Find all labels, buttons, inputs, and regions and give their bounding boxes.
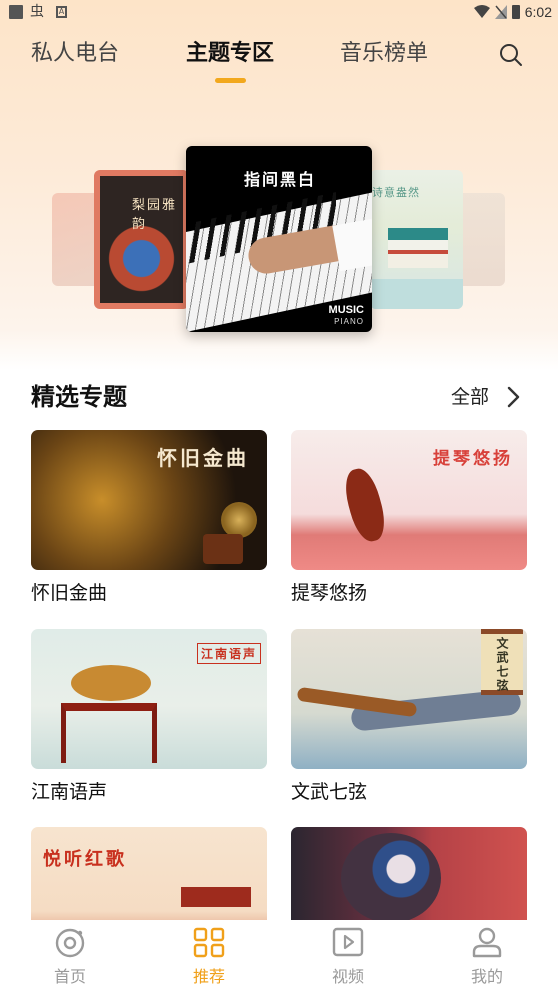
carousel-center-title: 指间黑白 [244, 170, 317, 189]
search-icon[interactable] [498, 42, 524, 68]
carousel-left-title: 梨园雅韵 [132, 198, 178, 232]
table-artwork [61, 703, 157, 763]
carousel-card-right[interactable]: 诗意盎然 [370, 170, 463, 309]
carousel-brand-music: MUSIC [328, 304, 364, 316]
topic-label: 提琴悠扬 [291, 582, 368, 604]
opera-headdress-artwork [341, 833, 441, 923]
video-icon [332, 927, 364, 957]
violin-artwork [339, 465, 391, 545]
topic-thumbnail[interactable]: 提琴悠扬 [291, 430, 527, 570]
nav-label-recommend: 推荐 [192, 967, 225, 986]
signal-icon [495, 5, 507, 19]
notification-square-icon [9, 5, 23, 19]
battery-icon [512, 5, 520, 19]
topic-overlay-title: 悦听红歌 [43, 849, 127, 870]
section-title: 精选专题 [31, 383, 127, 411]
carousel-card-left[interactable]: 梨园雅韵 [94, 170, 189, 309]
user-icon [472, 927, 502, 958]
palace-roof-artwork [181, 887, 251, 907]
active-tab-indicator [215, 78, 246, 83]
top-tabs: 私人电台 主题专区 音乐榜单 [0, 30, 558, 90]
nav-item-recommend[interactable]: 推荐 [164, 920, 254, 992]
nav-label-home: 首页 [53, 967, 86, 986]
shirt-cuff-artwork [332, 218, 372, 272]
chevron-right-icon[interactable] [504, 384, 522, 410]
wifi-icon [474, 5, 490, 18]
topic-thumbnail[interactable]: 怀旧金曲 [31, 430, 267, 570]
pavilion-artwork [388, 228, 448, 268]
carousel-right-title: 诗意盎然 [372, 186, 420, 199]
topic-label: 文武七弦 [291, 781, 368, 803]
disc-icon [55, 928, 85, 958]
nav-item-mine[interactable]: 我的 [442, 920, 532, 992]
view-all-link[interactable]: 全部 [451, 384, 489, 410]
debug-icon: 虫 [30, 4, 44, 20]
pipa-artwork [71, 665, 151, 701]
gramophone-artwork [203, 534, 243, 564]
nav-item-video[interactable]: 视频 [303, 920, 393, 992]
tab-theme-zone[interactable]: 主题专区 [186, 39, 274, 69]
water-artwork [370, 279, 463, 309]
topic-overlay-title: 怀旧金曲 [157, 446, 249, 470]
tab-private-radio[interactable]: 私人电台 [31, 39, 119, 69]
nav-label-mine: 我的 [470, 967, 503, 986]
grid-icon [193, 927, 225, 958]
topic-thumbnail[interactable]: 江南语声 [31, 629, 267, 769]
topic-thumbnail[interactable]: 文武七弦 [291, 629, 527, 769]
nav-label-video: 视频 [331, 967, 364, 986]
topic-overlay-title: 提琴悠扬 [433, 449, 513, 469]
status-bar: 虫 A 6:02 [0, 0, 558, 24]
topic-label: 怀旧金曲 [31, 582, 108, 604]
gramophone-horn-artwork [221, 502, 257, 538]
nav-item-home[interactable]: 首页 [25, 920, 115, 992]
topic-overlay-title: 江南语声 [196, 643, 261, 664]
a-notification-icon: A [56, 6, 67, 18]
status-time: 6:02 [524, 4, 552, 20]
carousel-card-center[interactable]: 指间黑白 MUSIC PIANO [186, 146, 372, 332]
topic-label: 江南语声 [31, 781, 108, 803]
topic-overlay-title: 文武七弦 [495, 637, 509, 693]
bottom-nav: 首页 推荐 视频 我的 [0, 920, 558, 992]
carousel-brand-piano: PIANO [334, 317, 364, 326]
tab-music-charts[interactable]: 音乐榜单 [340, 39, 428, 69]
